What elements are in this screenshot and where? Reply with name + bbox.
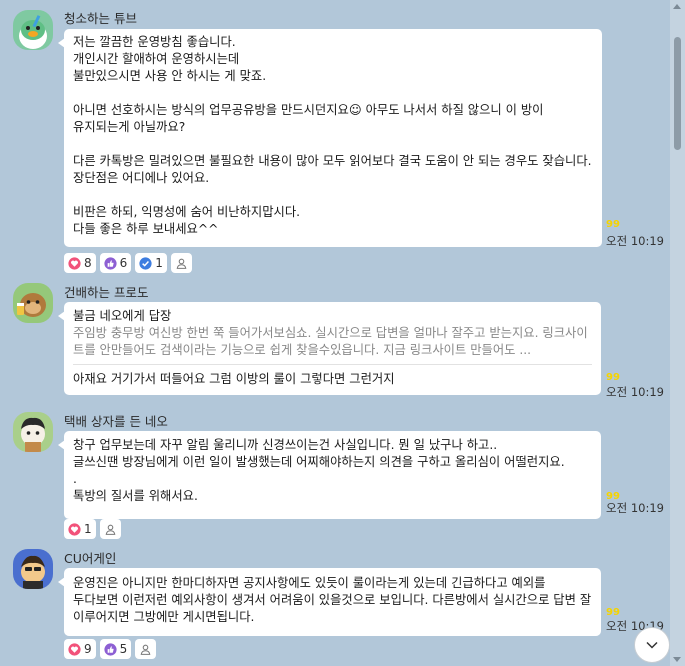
avatar[interactable] <box>13 412 53 452</box>
unread-count: 99 <box>606 607 620 618</box>
reaction-bar: 9 5 <box>64 639 157 659</box>
sender-name: 택배 상자를 든 네오 <box>64 414 168 429</box>
chat-list: 청소하는 튜브 저는 깔끔한 운영방침 좋습니다. 개인시간 할애하여 운영하시… <box>0 0 670 666</box>
bubble-tail <box>58 38 65 48</box>
reaction-bar: 8 6 1 <box>64 253 192 273</box>
message-bubble[interactable]: 저는 깔끔한 운영방침 좋습니다. 개인시간 할애하여 운영하시는데 불만있으시… <box>58 29 602 247</box>
message-text: 아재요 거기가서 떠들어요 그럼 이방의 룰이 그렇다면 그런거지 <box>73 372 395 386</box>
cu-avatar-icon <box>13 549 53 589</box>
message-bubble[interactable]: 불금 네오에게 답장 주임방 충무방 여신방 한번 쭉 들어가서보심쇼. 실시간… <box>58 302 601 395</box>
reaction-count: 8 <box>84 256 92 270</box>
reaction-count: 5 <box>119 642 128 656</box>
message-text: 저는 깔끔한 운영방침 좋습니다. 개인시간 할애하여 운영하시는데 불만있으시… <box>73 35 592 236</box>
message-time: 오전 10:19 <box>606 385 664 399</box>
avatar[interactable] <box>13 10 53 50</box>
message-text: 창구 업무보는데 자꾸 알림 울리니까 신경쓰이는건 사실입니다. 뭔 일 났구… <box>73 438 565 503</box>
heart-icon <box>68 522 81 536</box>
reaction-readers[interactable] <box>170 253 192 273</box>
sender-name: 건배하는 프로도 <box>64 285 149 300</box>
bubble-tail <box>58 577 65 587</box>
reaction-count: 1 <box>155 256 163 270</box>
sender-name: 청소하는 튜브 <box>64 11 137 26</box>
scrollbar-thumb[interactable] <box>674 37 681 150</box>
thumbs-up-icon <box>104 642 117 656</box>
heart-icon <box>68 642 81 656</box>
check-icon <box>139 256 152 270</box>
unread-count: 99 <box>606 372 620 383</box>
reaction-heart[interactable]: 1 <box>64 519 96 539</box>
tube-avatar-icon <box>13 10 53 50</box>
reaction-count: 9 <box>84 642 92 656</box>
reaction-bar: 1 <box>64 519 121 539</box>
reaction-thumbs-up[interactable]: 6 <box>99 253 132 273</box>
reaction-heart[interactable]: 9 <box>64 639 96 659</box>
reaction-check[interactable]: 1 <box>135 253 167 273</box>
avatar[interactable] <box>13 549 53 589</box>
message-time: 오전 10:19 <box>606 501 664 515</box>
frodo-avatar-icon <box>13 283 53 323</box>
person-icon <box>140 644 151 655</box>
person-icon <box>105 524 115 535</box>
bubble-tail <box>58 440 65 450</box>
message-time: 오전 10:19 <box>606 234 664 248</box>
message-text: 운영진은 아니지만 한마디하자면 공지사항에도 있듯이 룰이라는게 있는데 긴급… <box>73 576 596 624</box>
scroll-up-arrow-icon[interactable] <box>673 4 681 9</box>
unread-count: 99 <box>606 219 620 230</box>
reply-label: 불금 네오에게 답장 <box>73 309 172 323</box>
reaction-heart[interactable]: 8 <box>64 253 96 273</box>
thumbs-up-icon <box>104 256 117 270</box>
neo-avatar-icon <box>13 412 53 452</box>
scroll-down-arrow-icon[interactable] <box>673 657 681 662</box>
reaction-count: 1 <box>84 522 92 536</box>
person-icon <box>176 258 187 269</box>
scroll-to-bottom-button[interactable] <box>634 627 670 663</box>
quoted-message[interactable]: 주임방 충무방 여신방 한번 쭉 들어가서보심쇼. 실시간으로 답변을 얼마나 … <box>73 325 592 359</box>
bubble-tail <box>58 311 65 321</box>
scrollbar[interactable] <box>670 0 685 666</box>
quote-divider <box>73 364 592 365</box>
reaction-thumbs-up[interactable]: 5 <box>99 639 132 659</box>
sender-name: CU어게인 <box>64 551 117 566</box>
chevron-down-icon <box>646 641 658 649</box>
message-bubble[interactable]: 창구 업무보는데 자꾸 알림 울리니까 신경쓰이는건 사실입니다. 뭔 일 났구… <box>58 431 601 519</box>
avatar[interactable] <box>13 283 53 323</box>
reaction-readers[interactable] <box>99 519 121 539</box>
message-bubble[interactable]: 운영진은 아니지만 한마디하자면 공지사항에도 있듯이 룰이라는게 있는데 긴급… <box>58 568 601 636</box>
reaction-count: 6 <box>119 256 128 270</box>
heart-icon <box>68 256 81 270</box>
reaction-readers[interactable] <box>135 639 157 659</box>
